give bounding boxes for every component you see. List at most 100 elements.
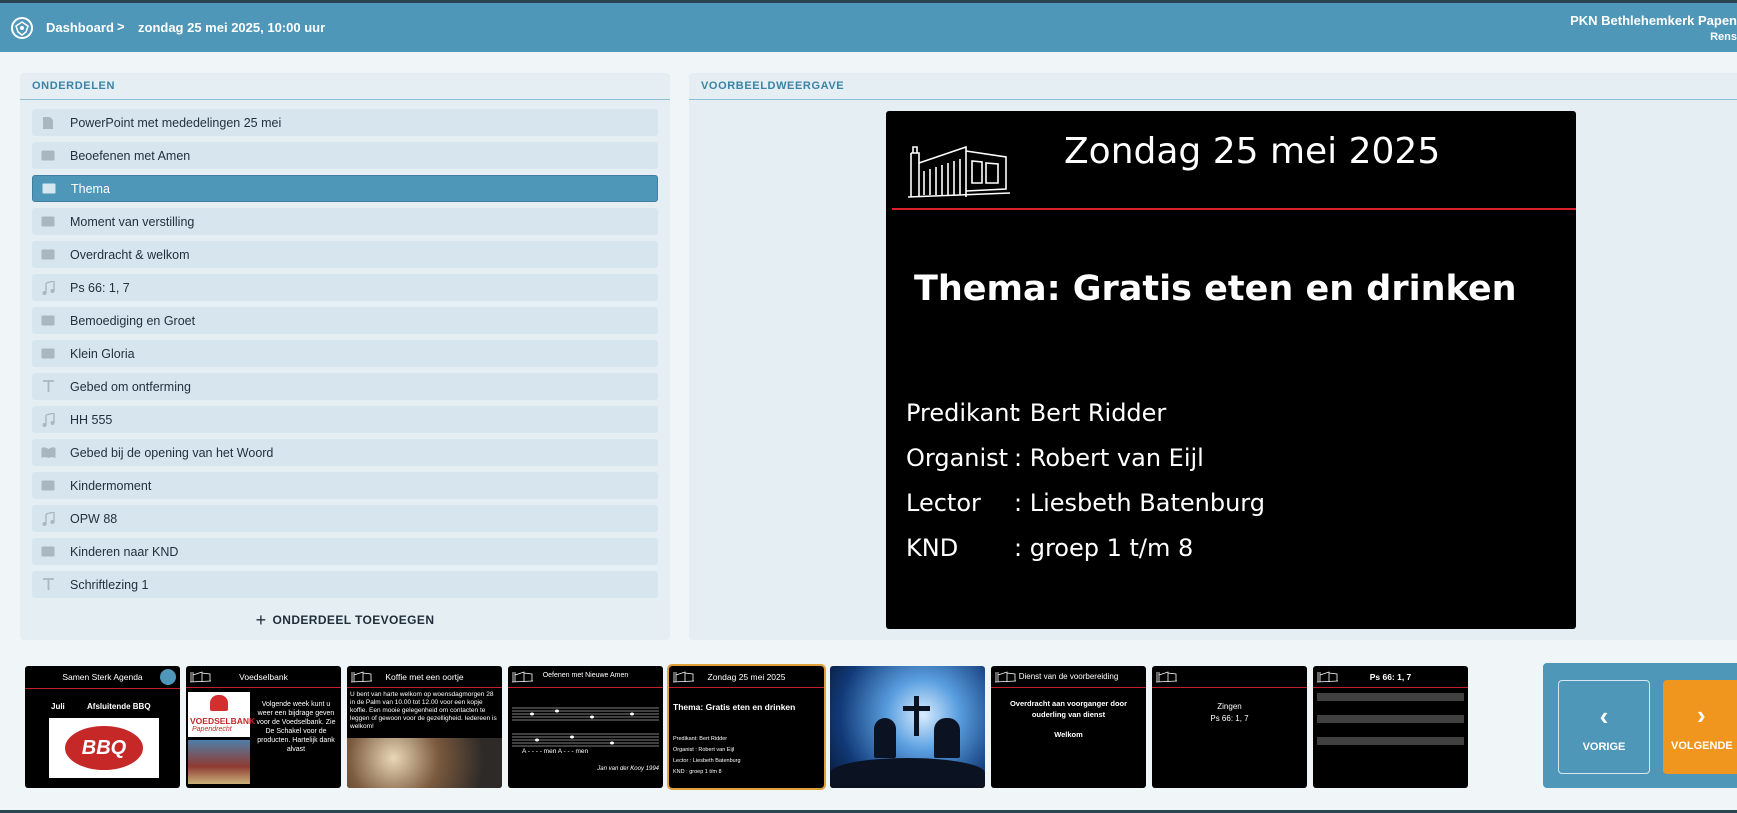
parts-list: PowerPoint met mededelingen 25 mei Beoefe…: [32, 109, 658, 604]
part-item-label: OPW 88: [70, 511, 118, 526]
thumb-prayer-image[interactable]: [830, 666, 985, 788]
app-logo-icon[interactable]: [10, 16, 34, 40]
part-item[interactable]: Gebed bij de opening van het Woord: [32, 439, 658, 466]
bbq-badge: BBQ: [65, 726, 143, 770]
text-icon: [40, 577, 56, 593]
text-icon: [40, 379, 56, 395]
slide-icon: [40, 148, 56, 164]
top-bar: Dashboard > zondag 25 mei 2025, 10:00 uu…: [0, 0, 1737, 52]
thumb-agenda[interactable]: Samen Sterk Agenda Juli Afsluitende BBQ …: [25, 666, 180, 788]
thumb-divider: [347, 687, 502, 688]
thumb-thema[interactable]: Zondag 25 mei 2025 Thema: Gratis eten en…: [667, 664, 826, 790]
credit-lector: Lector: Liesbeth Batenburg: [906, 489, 1265, 517]
thumb-psalm[interactable]: Ps 66: 1, 7: [1313, 666, 1468, 788]
thumb-voorbereiding[interactable]: Dienst van de voorbereiding Overdracht a…: [991, 666, 1146, 788]
plus-icon: +: [255, 610, 267, 630]
parts-heading: ONDERDELEN: [20, 73, 670, 100]
add-part-button[interactable]: + ONDERDEEL TOEVOEGEN: [20, 610, 670, 631]
hill: [830, 758, 985, 788]
thumb-amen[interactable]: Oefenen met Nieuwe Amen A - - - - men A …: [508, 666, 663, 788]
thumb-title: Samen Sterk Agenda: [62, 672, 143, 682]
samen-sterk-logo: [160, 669, 176, 685]
thumb-divider: [1313, 687, 1468, 688]
file-icon: [40, 115, 56, 131]
music-icon: [40, 280, 56, 296]
part-item[interactable]: Kinderen naar KND: [32, 538, 658, 565]
thumb-text: Zingen: [1217, 702, 1242, 711]
thumb-text: Volgende week kunt u weer een bijdrage g…: [256, 701, 336, 753]
thumb-month: Juli: [51, 702, 65, 711]
sitting-figure: [934, 718, 960, 758]
part-item[interactable]: Moment van verstilling: [32, 208, 658, 235]
slide-date: Zondag 25 mei 2025: [1064, 131, 1441, 172]
part-item-label: Moment van verstilling: [70, 214, 195, 229]
slide-icon: [40, 346, 56, 362]
breadcrumb-separator: >: [117, 19, 125, 34]
breadcrumb-current: zondag 25 mei 2025, 10:00 uur: [138, 20, 326, 35]
part-item[interactable]: Kindermoment: [32, 472, 658, 499]
church-logo-icon: [1317, 671, 1339, 683]
heart-icon: [210, 695, 228, 711]
part-item[interactable]: Gebed om ontferming: [32, 373, 658, 400]
part-item[interactable]: HH 555: [32, 406, 658, 433]
church-logo-icon: [351, 671, 373, 683]
thumb-divider: [669, 687, 824, 688]
chevron-left-icon: ‹: [1599, 701, 1609, 731]
kneeling-figure: [874, 718, 896, 758]
slide-icon: [40, 214, 56, 230]
part-item-label: Beoefenen met Amen: [70, 148, 191, 163]
thumb-credits: Predikant: Bert Ridder Organist : Robert…: [673, 736, 741, 775]
slide-theme: Thema: Gratis eten en drinken: [914, 269, 1517, 309]
parts-panel: ONDERDELEN PowerPoint met mededelingen 2…: [20, 73, 670, 640]
preview-slide: Zondag 25 mei 2025 Thema: Gratis eten en…: [886, 111, 1576, 629]
part-item-label: Kinderen naar KND: [70, 544, 179, 559]
credit-knd: KND: groep 1 t/m 8: [906, 534, 1194, 562]
thumb-divider: [186, 687, 341, 688]
slide-filmstrip: Samen Sterk Agenda Juli Afsluitende BBQ …: [20, 662, 1520, 790]
cross-icon: [914, 696, 919, 736]
preview-heading: VOORBEELDWEERGAVE: [689, 73, 1737, 100]
church-logo-icon: [1156, 671, 1178, 683]
part-item-label: Overdracht & welkom: [70, 247, 190, 262]
add-part-label: ONDERDEEL TOEVOEGEN: [272, 613, 435, 627]
thumb-koffie[interactable]: Koffie met een oortje U bent van harte w…: [347, 666, 502, 788]
part-item[interactable]: Klein Gloria: [32, 340, 658, 367]
part-item[interactable]: Thema: [32, 175, 658, 202]
thumb-subtext: Ps 66: 1, 7: [1210, 714, 1249, 723]
organization-name: PKN Bethlehemkerk Papen: [1570, 13, 1737, 28]
music-icon: [40, 511, 56, 527]
part-item-label: HH 555: [70, 412, 113, 427]
part-item[interactable]: Beoefenen met Amen: [32, 142, 658, 169]
part-item-label: Klein Gloria: [70, 346, 135, 361]
thumb-voedselbank[interactable]: Voedselbank VOEDSELBANK Papendrecht Volg…: [186, 666, 341, 788]
sheet-music: [1317, 693, 1464, 745]
next-button[interactable]: › VOLGENDE: [1663, 680, 1737, 774]
part-item[interactable]: Schriftlezing 1: [32, 571, 658, 598]
part-item-label: Ps 66: 1, 7: [70, 280, 130, 295]
credit-organist: Organist: Robert van Eijl: [906, 444, 1204, 472]
previous-button[interactable]: ‹ VORIGE: [1558, 680, 1650, 774]
slide-icon: [40, 247, 56, 263]
slide-icon: [41, 181, 57, 197]
previous-label: VORIGE: [1582, 741, 1626, 753]
part-item-label: Gebed bij de opening van het Woord: [70, 445, 274, 460]
part-item-label: Kindermoment: [70, 478, 152, 493]
part-item[interactable]: Ps 66: 1, 7: [32, 274, 658, 301]
part-item[interactable]: OPW 88: [32, 505, 658, 532]
voedselbank-logo: VOEDSELBANK Papendrecht: [188, 692, 255, 737]
part-item[interactable]: Overdracht & welkom: [32, 241, 658, 268]
church-logo-icon: [190, 671, 212, 683]
part-item[interactable]: PowerPoint met mededelingen 25 mei: [32, 109, 658, 136]
breadcrumb-dashboard[interactable]: Dashboard: [46, 20, 114, 35]
thumb-lyric: A - - - - men A - - - men: [522, 748, 589, 755]
user-name[interactable]: Rens: [1710, 31, 1737, 43]
thumb-divider: [991, 687, 1146, 688]
part-item-label: Bemoediging en Groet: [70, 313, 196, 328]
part-item[interactable]: Bemoediging en Groet: [32, 307, 658, 334]
church-logo-icon: [673, 671, 695, 683]
navigation-panel: ‹ VORIGE › VOLGENDE: [1543, 663, 1737, 788]
thumb-zingen[interactable]: Zingen Ps 66: 1, 7: [1152, 666, 1307, 788]
slide-icon: [40, 478, 56, 494]
thumb-text: Overdracht aan voorganger door ouderling…: [1009, 699, 1128, 719]
slide-divider: [892, 208, 1576, 210]
